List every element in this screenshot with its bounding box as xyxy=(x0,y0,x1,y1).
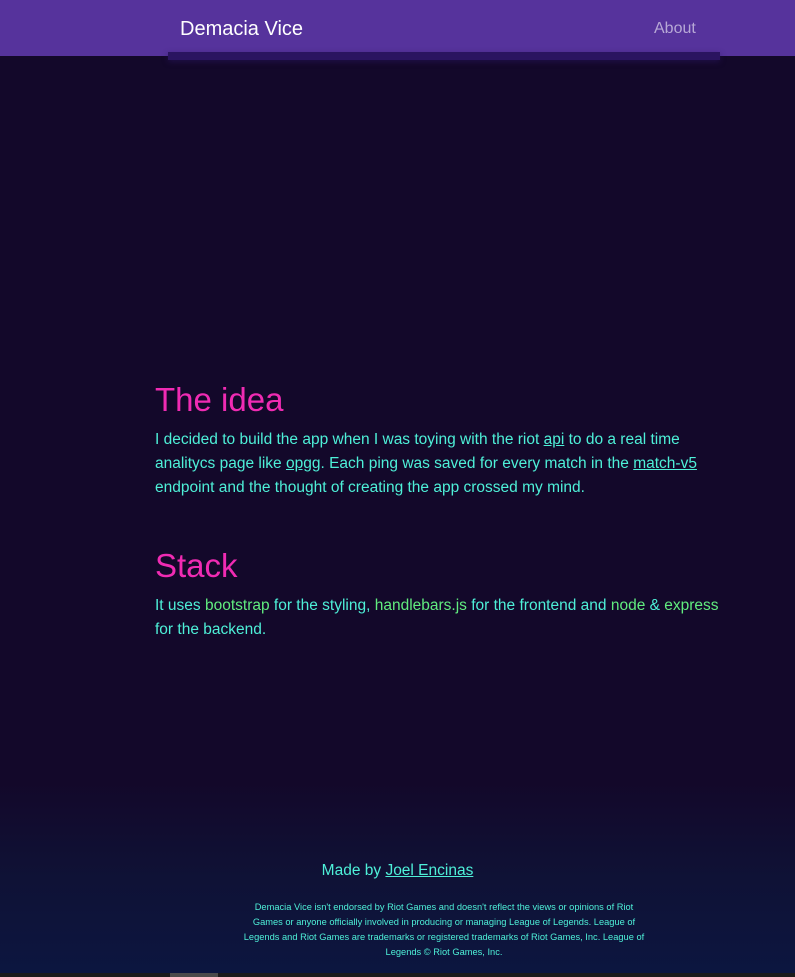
handlebars-label: handlebars.js xyxy=(374,597,467,614)
horizontal-scrollbar[interactable] xyxy=(0,973,795,977)
idea-section: The idea I decided to build the app when… xyxy=(155,381,735,500)
express-label: express xyxy=(664,597,719,614)
navbar: Demacia Vice About xyxy=(0,0,795,56)
idea-heading: The idea xyxy=(155,381,284,418)
idea-text-4: endpoint and the thought of creating the… xyxy=(155,479,585,496)
nav-about-link[interactable]: About xyxy=(654,19,696,39)
stack-section: Stack It uses bootstrap for the styling,… xyxy=(155,547,735,642)
author-link[interactable]: Joel Encinas xyxy=(385,862,473,879)
made-by-label: Made by xyxy=(321,862,386,879)
stack-text-1: It uses xyxy=(155,597,205,614)
stack-text-3: for the frontend and xyxy=(466,597,611,614)
node-label: node xyxy=(610,597,646,614)
stack-text-2: for the styling, xyxy=(269,597,375,614)
riot-api-link[interactable]: api xyxy=(544,431,565,448)
idea-text-1: I decided to build the app when I was to… xyxy=(155,431,544,448)
stack-paragraph: It uses bootstrap for the styling, handl… xyxy=(155,594,735,642)
made-by-line: Made by Joel Encinas xyxy=(0,861,795,881)
stack-heading: Stack xyxy=(155,547,238,584)
idea-text-3: . Each ping was saved for every match in… xyxy=(320,455,634,472)
riot-disclaimer: Demacia Vice isn't endorsed by Riot Game… xyxy=(243,902,645,957)
opgg-link[interactable]: opgg xyxy=(286,455,320,472)
match-v5-link[interactable]: match-v5 xyxy=(633,455,697,472)
navbar-shadow xyxy=(168,52,720,60)
stack-text-4: & xyxy=(645,597,665,614)
stack-text-5: for the backend. xyxy=(155,621,267,638)
idea-paragraph: I decided to build the app when I was to… xyxy=(155,428,735,500)
brand-link[interactable]: Demacia Vice xyxy=(180,17,303,41)
bootstrap-label: bootstrap xyxy=(204,597,270,614)
scrollbar-thumb[interactable] xyxy=(170,973,218,977)
